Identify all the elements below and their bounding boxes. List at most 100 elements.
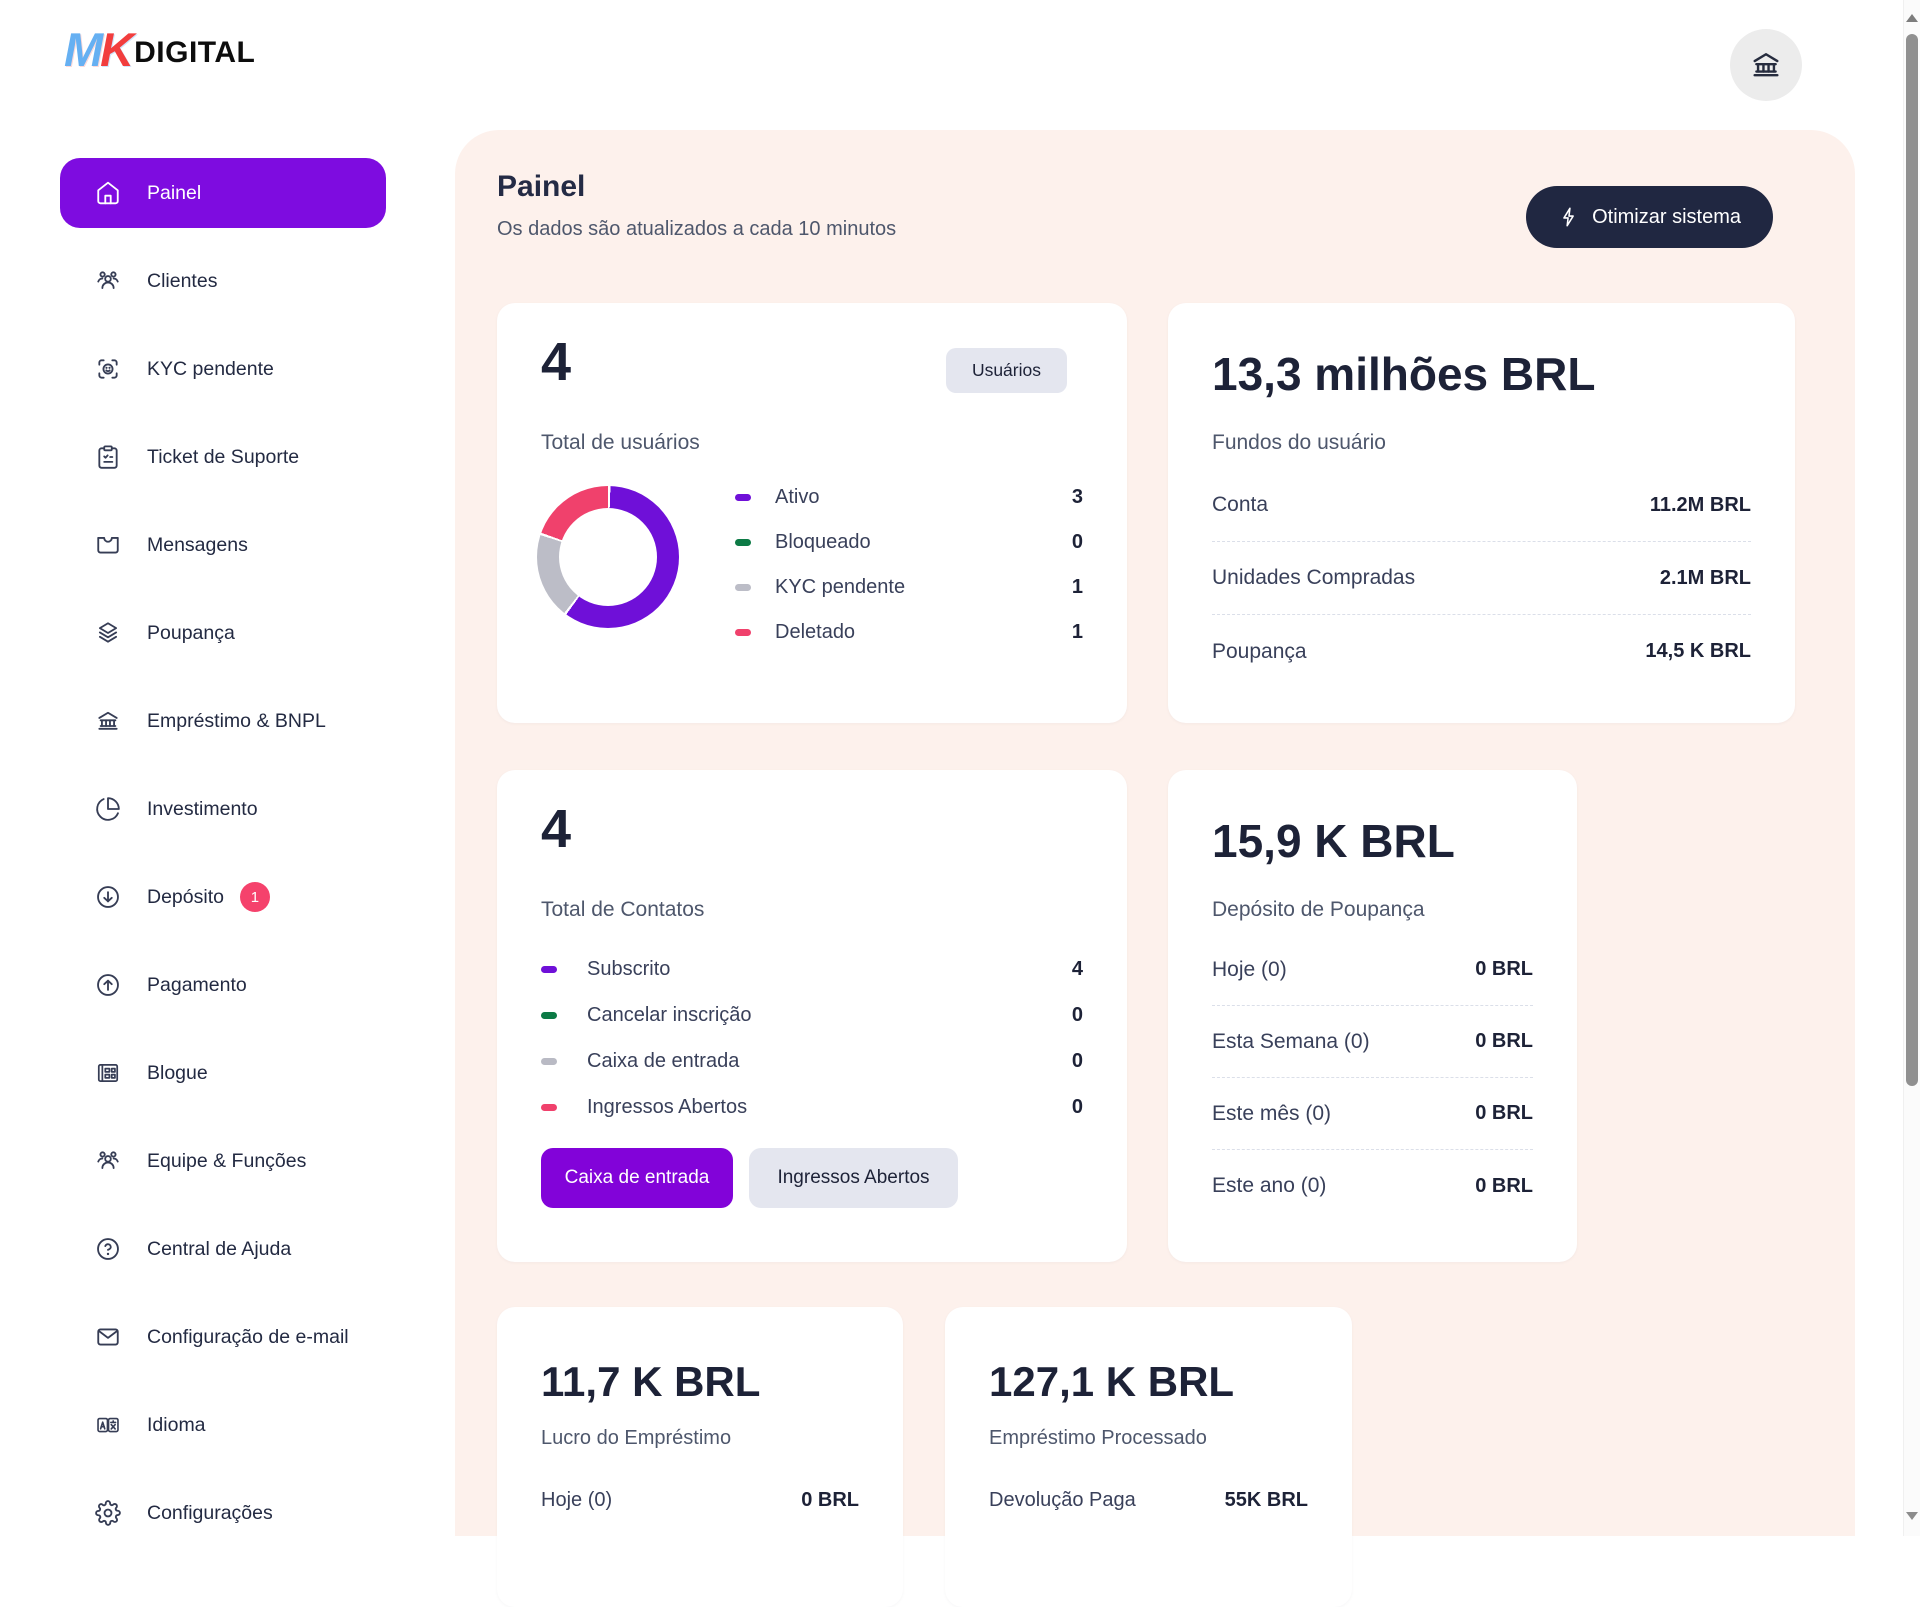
inbox-button[interactable]: Caixa de entrada — [541, 1148, 733, 1208]
sidebar-item-label: Investimento — [147, 798, 258, 821]
scrollbar-down-arrow-icon[interactable] — [1906, 1512, 1918, 1520]
row-label: Hoje (0) — [1212, 958, 1287, 982]
inbox-icon — [95, 532, 121, 558]
row-value: 0 BRL — [1475, 1102, 1533, 1125]
savings-value: 15,9 K BRL — [1212, 816, 1455, 867]
legend-row: Cancelar inscrição 0 — [541, 992, 1083, 1038]
optimize-system-label: Otimizar sistema — [1592, 206, 1741, 229]
legend-row: Ativo 3 — [735, 475, 1083, 520]
legend-label: Bloqueado — [775, 531, 1072, 554]
sidebar-item-label: Configurações — [147, 1502, 273, 1525]
user-funds-rows: Conta 11.2M BRL Unidades Compradas 2.1M … — [1212, 469, 1751, 688]
legend-label: Caixa de entrada — [587, 1050, 1072, 1073]
open-tickets-button[interactable]: Ingressos Abertos — [749, 1148, 958, 1208]
newspaper-icon — [95, 1060, 121, 1086]
savings-label: Depósito de Poupança — [1212, 898, 1425, 922]
bank-shortcut-button[interactable] — [1730, 29, 1802, 101]
sidebar-item-pagamento[interactable]: Pagamento — [60, 941, 386, 1029]
legend-value: 0 — [1072, 531, 1083, 554]
home-icon — [95, 180, 121, 206]
funds-row-poupanca: Poupança 14,5 K BRL — [1212, 615, 1751, 688]
row-label: Unidades Compradas — [1212, 566, 1415, 590]
page-scrollbar[interactable] — [1903, 0, 1920, 1536]
row-value: 0 BRL — [1475, 1030, 1533, 1053]
arrow-down-circle-icon — [95, 884, 121, 910]
row-value: 2.1M BRL — [1660, 567, 1751, 590]
sidebar-item-investimento[interactable]: Investimento — [60, 765, 386, 853]
sidebar-item-equipe-funcoes[interactable]: Equipe & Funções — [60, 1117, 386, 1205]
sidebar-item-label: Idioma — [147, 1414, 206, 1437]
user-funds-label: Fundos do usuário — [1212, 431, 1386, 455]
sidebar-item-emprestimo-bnpl[interactable]: Empréstimo & BNPL — [60, 677, 386, 765]
sidebar-item-label: Empréstimo & BNPL — [147, 710, 326, 733]
page-subtitle: Os dados são atualizados a cada 10 minut… — [497, 218, 896, 241]
sidebar-item-label: Mensagens — [147, 534, 248, 557]
sidebar-item-label: Ticket de Suporte — [147, 446, 299, 469]
brand-digital: DIGITAL — [134, 36, 255, 73]
row-label: Poupança — [1212, 640, 1307, 664]
row-label: Conta — [1212, 493, 1268, 517]
sidebar-item-configuracoes[interactable]: Configurações — [60, 1469, 386, 1557]
sidebar-item-label: Configuração de e-mail — [147, 1326, 349, 1349]
users-legend: Ativo 3 Bloqueado 0 KYC pendente 1 Delet… — [735, 475, 1083, 655]
row-value: 0 BRL — [1475, 1175, 1533, 1198]
sidebar-item-kyc-pendente[interactable]: KYC pendente — [60, 325, 386, 413]
row-value: 14,5 K BRL — [1645, 640, 1751, 663]
lightning-icon — [1558, 206, 1580, 228]
optimize-system-button[interactable]: Otimizar sistema — [1526, 186, 1773, 248]
total-contacts-value: 4 — [541, 800, 571, 859]
savings-rows: Hoje (0) 0 BRL Esta Semana (0) 0 BRL Est… — [1212, 934, 1533, 1222]
brand-letter-k: K — [100, 23, 131, 76]
savings-row-mes: Este mês (0) 0 BRL — [1212, 1078, 1533, 1150]
clipboard-icon — [95, 444, 121, 470]
brand-letter-m: M — [64, 23, 100, 76]
savings-row-semana: Esta Semana (0) 0 BRL — [1212, 1006, 1533, 1078]
legend-label: Ativo — [775, 486, 1072, 509]
legend-value: 4 — [1072, 958, 1083, 981]
sidebar-item-deposito[interactable]: Depósito 1 — [60, 853, 386, 941]
legend-value: 3 — [1072, 486, 1083, 509]
mail-icon — [95, 1324, 121, 1350]
savings-row-ano: Este ano (0) 0 BRL — [1212, 1150, 1533, 1222]
arrow-up-circle-icon — [95, 972, 121, 998]
loan-processed-value: 127,1 K BRL — [989, 1359, 1234, 1405]
legend-dot-subscrito — [541, 966, 557, 973]
sidebar-item-central-ajuda[interactable]: Central de Ajuda — [60, 1205, 386, 1293]
sidebar-item-poupanca[interactable]: Poupança — [60, 589, 386, 677]
loan-processed-label: Empréstimo Processado — [989, 1427, 1207, 1450]
contacts-legend: Subscrito 4 Cancelar inscrição 0 Caixa d… — [541, 946, 1083, 1130]
row-value: 55K BRL — [1225, 1489, 1308, 1512]
loan-processed-row: Devolução Paga 55K BRL — [989, 1489, 1308, 1512]
sidebar-item-painel[interactable]: Painel — [60, 158, 386, 228]
scrollbar-up-arrow-icon[interactable] — [1906, 14, 1918, 22]
savings-row-hoje: Hoje (0) 0 BRL — [1212, 934, 1533, 1006]
translate-icon — [95, 1412, 121, 1438]
sidebar-item-label: Equipe & Funções — [147, 1150, 306, 1173]
legend-dot-cancelar — [541, 1012, 557, 1019]
legend-dot-bloqueado — [735, 539, 751, 546]
sidebar-item-label: Depósito — [147, 886, 224, 909]
sidebar-item-ticket-suporte[interactable]: Ticket de Suporte — [60, 413, 386, 501]
legend-row: KYC pendente 1 — [735, 565, 1083, 610]
row-value: 11.2M BRL — [1650, 494, 1751, 517]
sidebar-item-clientes[interactable]: Clientes — [60, 237, 386, 325]
scrollbar-thumb[interactable] — [1906, 34, 1918, 1086]
sidebar-item-idioma[interactable]: Idioma — [60, 1381, 386, 1469]
user-funds-card: 13,3 milhões BRL Fundos do usuário Conta… — [1168, 303, 1795, 723]
legend-value: 1 — [1072, 576, 1083, 599]
gear-icon — [95, 1500, 121, 1526]
bank-icon — [95, 708, 121, 734]
sidebar-item-mensagens[interactable]: Mensagens — [60, 501, 386, 589]
sidebar-item-blogue[interactable]: Blogue — [60, 1029, 386, 1117]
row-label: Devolução Paga — [989, 1489, 1136, 1512]
main-panel: Painel Os dados são atualizados a cada 1… — [455, 130, 1855, 1536]
legend-dot-caixa — [541, 1058, 557, 1065]
users-chip[interactable]: Usuários — [946, 348, 1067, 393]
sidebar-item-label: Painel — [147, 182, 201, 205]
row-value: 0 BRL — [801, 1489, 859, 1512]
user-funds-value: 13,3 milhões BRL — [1212, 349, 1595, 400]
loan-profit-card: 11,7 K BRL Lucro do Empréstimo Hoje (0) … — [497, 1307, 903, 1607]
layers-icon — [95, 620, 121, 646]
legend-label: Deletado — [775, 621, 1072, 644]
sidebar-item-config-email[interactable]: Configuração de e-mail — [60, 1293, 386, 1381]
